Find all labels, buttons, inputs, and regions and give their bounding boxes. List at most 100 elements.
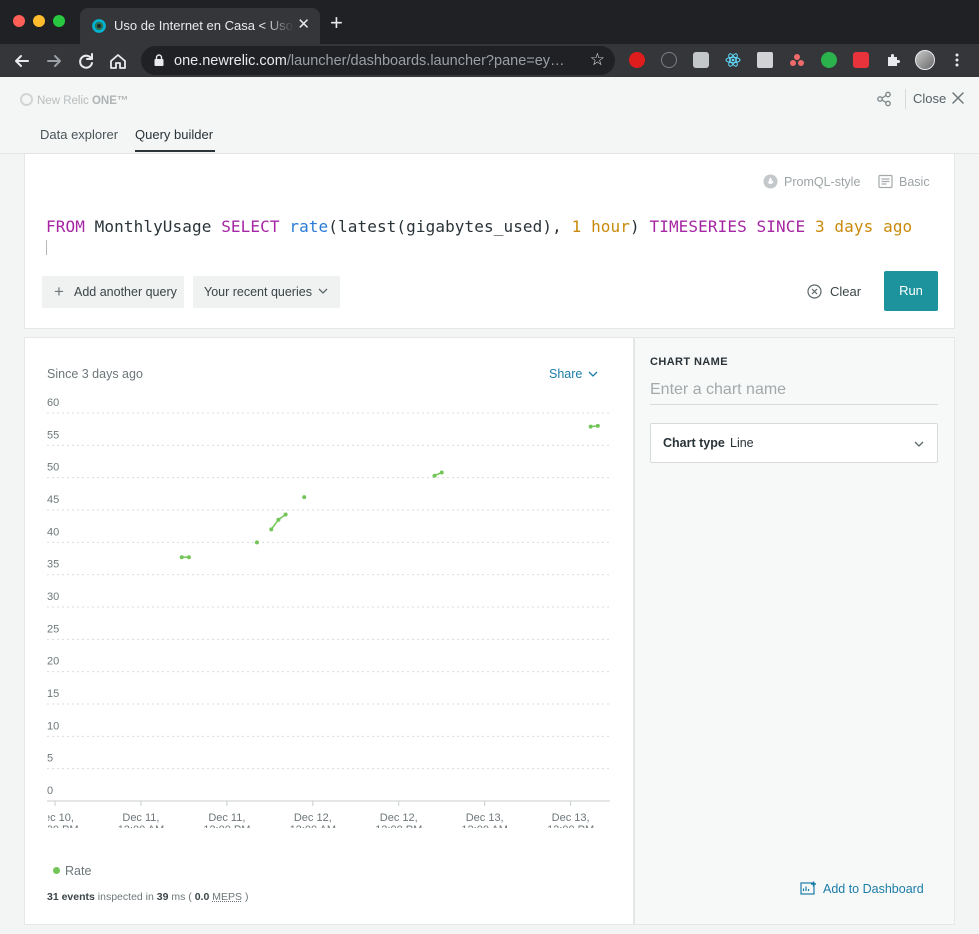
window-zoom-button[interactable] xyxy=(53,15,65,27)
data-point xyxy=(186,555,191,560)
basic-syntax-toggle[interactable]: Basic xyxy=(878,174,930,189)
x-tick-label: 12:00 PM xyxy=(547,824,594,828)
y-tick-label: 35 xyxy=(47,559,59,571)
x-tick-label: 12:00 PM xyxy=(203,824,250,828)
reload-icon[interactable] xyxy=(75,50,97,72)
nrql-token xyxy=(280,217,290,236)
window-close-button[interactable] xyxy=(13,15,25,27)
close-button[interactable]: Close xyxy=(913,91,946,106)
data-point xyxy=(439,470,444,475)
dsp-icon[interactable] xyxy=(757,52,773,68)
data-point xyxy=(302,495,307,500)
share-dropdown-button[interactable]: Share xyxy=(549,367,598,381)
basic-icon xyxy=(878,174,893,189)
asana-icon[interactable] xyxy=(789,52,805,68)
ext-red-icon[interactable] xyxy=(853,52,869,68)
y-tick-label: 5 xyxy=(47,753,53,765)
tab-data-explorer[interactable]: Data explorer xyxy=(40,127,118,142)
chevron-down-icon xyxy=(588,371,598,377)
browser-toolbar: one.newrelic.com/launcher/dashboards.lau… xyxy=(0,44,979,77)
url-text: one.newrelic.com/launcher/dashboards.lau… xyxy=(174,53,565,69)
new-tab-button[interactable]: + xyxy=(330,12,343,34)
back-arrow-icon[interactable] xyxy=(11,50,33,72)
app-header: New Relic ONE™ Close Data explorer Query… xyxy=(0,77,979,154)
data-point xyxy=(269,527,274,532)
tab-close-icon[interactable]: ✕ xyxy=(297,16,310,34)
home-icon[interactable] xyxy=(107,50,129,72)
x-tick-label: Dec 12, xyxy=(380,812,418,824)
x-tick-label: 12:00 AM xyxy=(290,824,336,828)
nrql-query-editor[interactable]: FROM MonthlyUsage SELECT rate(latest(gig… xyxy=(46,217,912,236)
query-editor-card: PromQL-style Basic FROM MonthlyUsage SEL… xyxy=(24,154,955,329)
window-minimize-button[interactable] xyxy=(33,15,45,27)
play-icon[interactable] xyxy=(821,52,837,68)
x-tick-label: Dec 11, xyxy=(208,812,245,824)
y-tick-label: 10 xyxy=(47,720,59,732)
chart-legend[interactable]: Rate xyxy=(53,864,91,878)
query-stats: 31 events inspected in 39 ms ( 0.0 MEPS … xyxy=(47,891,249,903)
series-line xyxy=(270,513,287,530)
x-tick-label: Dec 12, xyxy=(294,812,332,824)
nrql-token: MonthlyUsage xyxy=(84,217,222,236)
nrql-token: FROM xyxy=(46,217,85,236)
tab-title: Uso de Internet en Casa < Uso xyxy=(114,18,294,33)
nrql-token: SELECT xyxy=(221,217,280,236)
info-icon[interactable] xyxy=(661,52,677,68)
run-button[interactable]: Run xyxy=(884,271,938,311)
address-bar[interactable]: one.newrelic.com/launcher/dashboards.lau… xyxy=(141,46,615,75)
legend-label: Rate xyxy=(65,864,92,878)
promql-style-toggle[interactable]: PromQL-style xyxy=(763,174,860,189)
share-icon[interactable] xyxy=(876,91,892,107)
tab-query-builder[interactable]: Query builder xyxy=(135,127,213,142)
nrql-token xyxy=(747,217,757,236)
x-tick-label: Dec 13, xyxy=(466,812,504,824)
react-icon[interactable] xyxy=(725,52,741,68)
browser-tab-bar: Uso de Internet en Casa < Uso ✕ + xyxy=(0,0,979,44)
active-tab-indicator xyxy=(135,150,215,152)
nrql-token: rate xyxy=(289,217,329,236)
adblock-icon[interactable] xyxy=(629,52,645,68)
profile-icon[interactable] xyxy=(915,50,935,70)
add-another-query-button[interactable]: + Add another query xyxy=(42,276,184,308)
recent-queries-dropdown[interactable]: Your recent queries xyxy=(193,276,340,308)
close-icon[interactable] xyxy=(951,91,965,105)
nrql-token: 3 days ago xyxy=(814,217,913,236)
x-tick-label: Dec 13, xyxy=(552,812,590,824)
chart-name-input[interactable] xyxy=(650,375,938,405)
camera-icon[interactable] xyxy=(693,52,709,68)
nrql-token: 1 hour xyxy=(571,217,631,236)
data-point xyxy=(283,512,288,517)
y-tick-label: 25 xyxy=(47,623,59,635)
newrelic-logo-icon xyxy=(20,93,33,106)
legend-swatch xyxy=(53,867,60,874)
y-tick-label: 40 xyxy=(47,526,59,538)
clear-circle-x-icon xyxy=(807,284,822,299)
add-to-dashboard-button[interactable]: Add to Dashboard xyxy=(800,881,924,896)
y-tick-label: 20 xyxy=(47,656,59,668)
menu-icon[interactable] xyxy=(949,52,965,68)
y-tick-label: 0 xyxy=(47,785,53,797)
chart-settings-panel: CHART NAME Chart type Line Add to Dashbo… xyxy=(634,337,955,925)
chevron-down-icon xyxy=(318,288,328,294)
newrelic-logo: New Relic ONE™ xyxy=(20,93,128,107)
newrelic-favicon-icon xyxy=(92,19,106,33)
x-tick-label: Dec 11, xyxy=(122,812,159,824)
nrql-token: (latest(gigabytes_used), xyxy=(328,217,572,236)
forward-arrow-icon[interactable] xyxy=(43,50,65,72)
nrql-token: ) xyxy=(630,217,650,236)
browser-tab-active[interactable]: Uso de Internet en Casa < Uso ✕ xyxy=(80,8,320,44)
y-tick-label: 45 xyxy=(47,494,59,506)
chart-type-value: Line xyxy=(730,436,754,450)
data-point xyxy=(276,517,281,522)
time-range-label: Since 3 days ago xyxy=(47,367,143,381)
nrql-token: TIMESERIES xyxy=(649,217,747,236)
header-divider xyxy=(905,89,906,109)
puzzle-icon[interactable] xyxy=(885,52,901,68)
lock-icon xyxy=(154,54,164,66)
clear-button[interactable]: Clear xyxy=(807,284,861,299)
bookmark-star-icon[interactable]: ☆ xyxy=(590,50,605,70)
chart-type-select[interactable]: Chart type Line xyxy=(650,423,938,463)
x-tick-label: 12:00 AM xyxy=(461,824,507,828)
data-point xyxy=(588,424,593,429)
data-point xyxy=(254,540,259,545)
